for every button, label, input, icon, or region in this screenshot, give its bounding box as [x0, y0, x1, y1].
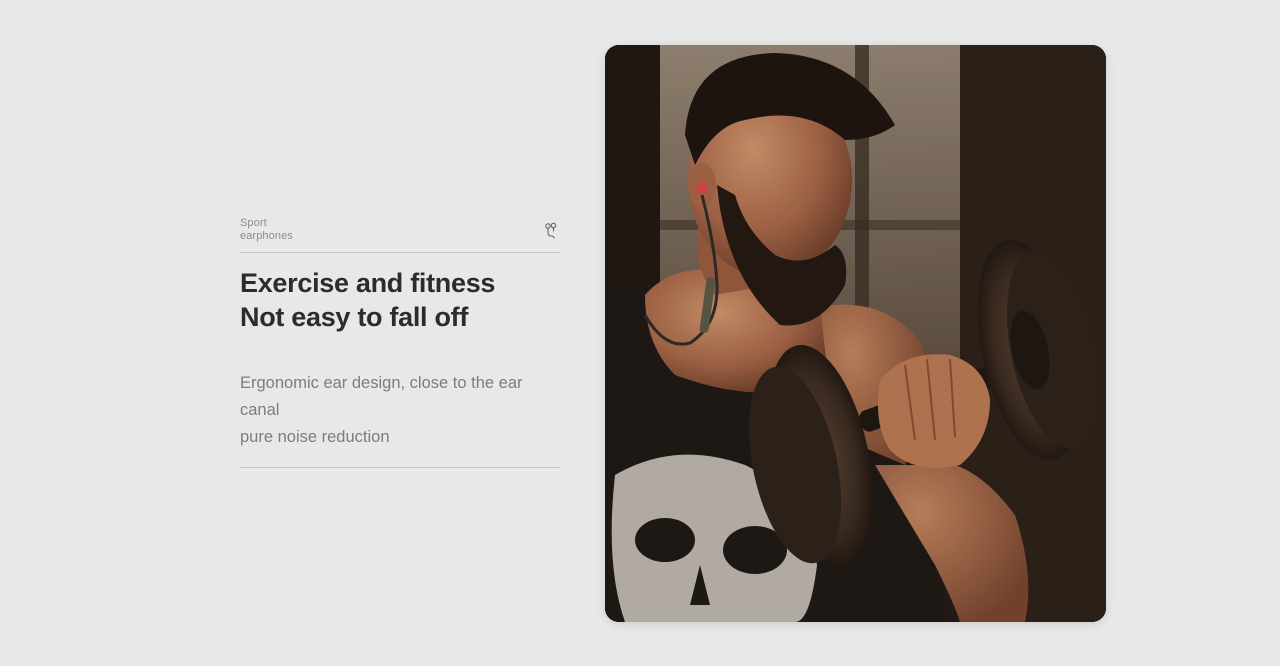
category-tag: Sport earphones	[240, 217, 293, 243]
man-lifting-dumbbell-wearing-earphones-image	[605, 45, 1106, 622]
headline: Exercise and fitness Not easy to fall of…	[240, 266, 560, 334]
description-line1: Ergonomic ear design, close to the ear c…	[240, 374, 523, 419]
category-tag-row: Sport earphones	[240, 214, 560, 253]
fitness-photo	[605, 45, 1106, 622]
category-tag-line1: Sport	[240, 217, 267, 229]
description-line2: pure noise reduction	[240, 428, 390, 446]
description: Ergonomic ear design, close to the ear c…	[240, 370, 560, 451]
category-tag-line2: earphones	[240, 230, 293, 242]
headline-line1: Exercise and fitness	[240, 268, 496, 298]
divider	[240, 467, 560, 468]
earphone-icon	[545, 222, 557, 239]
headline-line2: Not easy to fall off	[240, 302, 469, 332]
product-copy-block: Sport earphones Exercise and fitness Not…	[240, 214, 560, 468]
